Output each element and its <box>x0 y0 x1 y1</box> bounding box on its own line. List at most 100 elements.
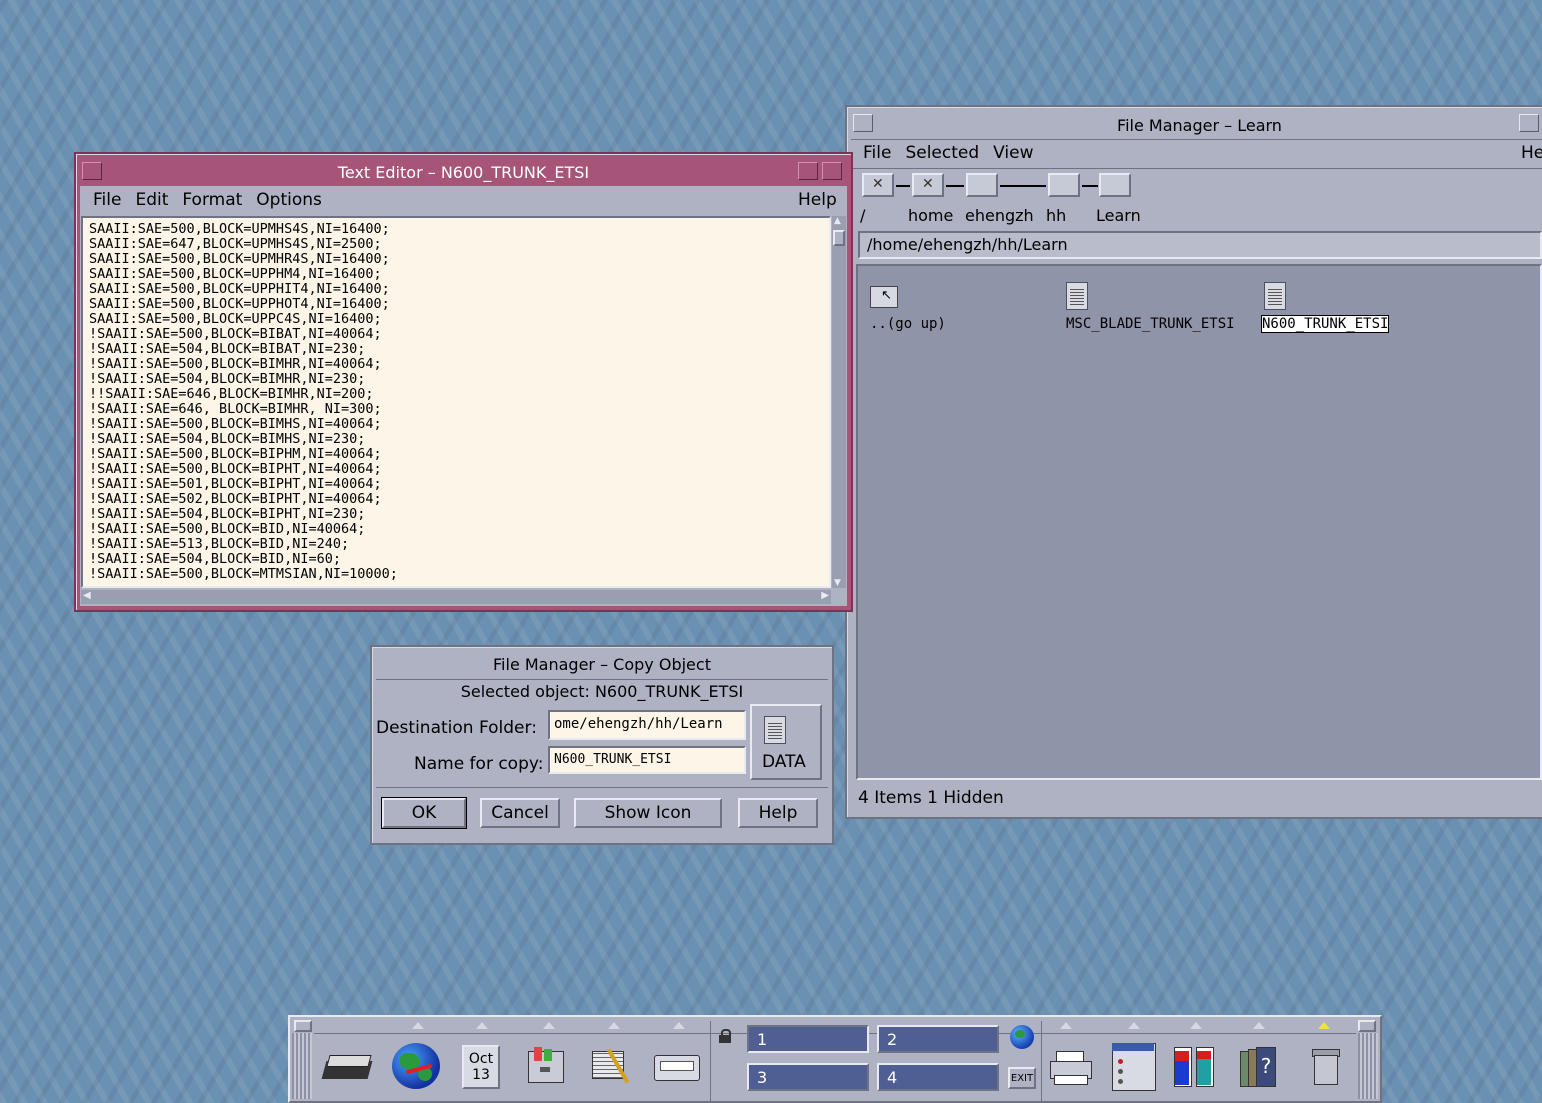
menu-file[interactable]: File <box>86 190 128 210</box>
window-title: Text Editor – N600_TRUNK_ETSI <box>337 162 590 182</box>
crumb-home-folder-icon[interactable]: ✕ <box>912 173 944 197</box>
subpanel-arrow-icon[interactable] <box>1190 1022 1202 1029</box>
item-label: ..(go up) <box>870 316 946 332</box>
printer-icon[interactable] <box>1048 1051 1092 1085</box>
go-up-item[interactable]: ↖ ..(go up) <box>868 284 968 334</box>
menu-bar: File Edit Format Options <box>86 190 329 210</box>
minimize-button[interactable] <box>798 162 818 180</box>
text-line: !SAAII:SAE=646, BLOCK=BIMHR, NI=300; <box>89 401 382 417</box>
menu-selected[interactable]: Selected <box>898 143 986 163</box>
file-item-msc-blade[interactable]: MSC_BLADE_TRUNK_ETSI <box>1064 280 1254 334</box>
file-view-pane[interactable]: ↖ ..(go up) MSC_BLADE_TRUNK_ETSI N600_TR… <box>856 264 1542 780</box>
text-editor-pen-icon[interactable] <box>590 1043 636 1087</box>
data-file-icon <box>764 716 786 744</box>
subpanel-arrow-icon[interactable] <box>673 1022 685 1029</box>
file-item-n600-selected[interactable]: N600_TRUNK_ETSI <box>1260 280 1410 334</box>
selected-object-label: Selected object: N600_TRUNK_ETSI <box>460 682 744 701</box>
toolbox-icon[interactable] <box>321 1047 374 1085</box>
crumb-user-folder-icon[interactable] <box>966 173 998 197</box>
subpanel-arrow-icon[interactable] <box>608 1022 620 1029</box>
exit-button[interactable]: EXIT <box>1008 1067 1036 1089</box>
crumb-learn-label[interactable]: Learn <box>1096 206 1141 225</box>
item-label: N600_TRUNK_ETSI <box>1260 315 1390 333</box>
workspace-4-button[interactable]: 4 <box>877 1063 999 1091</box>
data-file-icon <box>1264 282 1286 310</box>
folder-up-icon: ↖ <box>870 286 898 308</box>
crumb-root-label[interactable]: / <box>860 206 865 225</box>
menu-file[interactable]: File <box>856 143 898 163</box>
panel-handle-right[interactable] <box>1358 1033 1378 1099</box>
destination-folder-field[interactable]: ome/ehengzh/hh/Learn <box>548 710 746 740</box>
minimize-button[interactable] <box>1519 114 1539 132</box>
lock-icon[interactable] <box>718 1029 732 1043</box>
trash-can-icon[interactable] <box>1312 1049 1340 1085</box>
menu-options[interactable]: Options <box>249 190 329 210</box>
vertical-scrollbar[interactable]: ▲ ▼ <box>832 216 846 588</box>
workspace-3-button[interactable]: 3 <box>747 1063 869 1091</box>
ok-button[interactable]: OK <box>381 797 467 829</box>
file-manager-drawer-icon[interactable] <box>524 1045 568 1087</box>
menu-view[interactable]: View <box>986 143 1040 163</box>
text-line: !SAAII:SAE=504,BLOCK=BIBAT,NI=230; <box>89 341 366 357</box>
subpanel-arrow-icon[interactable] <box>1318 1022 1330 1029</box>
calendar-icon[interactable]: Oct 13 <box>462 1045 500 1089</box>
crumb-hh-label[interactable]: hh <box>1046 206 1066 225</box>
menu-help[interactable]: Help <box>798 190 837 210</box>
crumb-user-label[interactable]: ehengzh <box>965 206 1034 225</box>
menu-bar: File Selected View <box>856 143 1041 163</box>
subpanel-arrow-icon[interactable] <box>543 1022 555 1029</box>
performance-meter-icon[interactable] <box>1172 1047 1216 1087</box>
copy-object-dialog: File Manager – Copy Object Selected obje… <box>370 645 834 845</box>
maximize-button[interactable] <box>822 162 842 180</box>
subpanel-arrow-icon[interactable] <box>1128 1022 1140 1029</box>
crumb-hh-folder-icon[interactable] <box>1048 173 1080 197</box>
text-line: !SAAII:SAE=504,BLOCK=BIMHS,NI=230; <box>89 431 366 447</box>
subpanel-arrow-icon[interactable] <box>1060 1022 1072 1029</box>
subpanel-arrow-icon[interactable] <box>476 1022 488 1029</box>
crumb-home-label[interactable]: home <box>908 206 953 225</box>
panel-menu-button[interactable] <box>294 1020 312 1032</box>
text-area[interactable]: SAAII:SAE=500,BLOCK=UPMHS4S,NI=16400; SAA… <box>81 216 831 588</box>
menu-format[interactable]: Format <box>175 190 249 210</box>
text-line: !SAAII:SAE=500,BLOCK=MTMSIAN,NI=10000; <box>89 566 398 582</box>
subpanel-arrow-icon[interactable] <box>1253 1022 1265 1029</box>
window-title: File Manager – Learn <box>1117 115 1282 135</box>
workspace-1-button[interactable]: 1 <box>747 1025 869 1053</box>
title-bar[interactable]: File Manager – Copy Object <box>376 651 828 677</box>
scroll-thumb[interactable] <box>833 230 845 246</box>
text-line: !SAAII:SAE=504,BLOCK=BID,NI=60; <box>89 551 341 567</box>
text-line: SAAII:SAE=500,BLOCK=UPPC4S,NI=16400; <box>89 311 382 327</box>
path-field[interactable]: /home/ehengzh/hh/Learn <box>858 231 1542 259</box>
panel-handle-left[interactable] <box>292 1033 312 1099</box>
path-text: /home/ehengzh/hh/Learn <box>867 235 1068 254</box>
text-line: SAAII:SAE=647,BLOCK=UPMHS4S,NI=2500; <box>89 236 382 252</box>
text-line: !SAAII:SAE=500,BLOCK=BIMHS,NI=40064; <box>89 416 382 432</box>
cancel-button[interactable]: Cancel <box>480 798 560 828</box>
text-line: !SAAII:SAE=501,BLOCK=BIPHT,NI=40064; <box>89 476 382 492</box>
menu-edit[interactable]: Edit <box>128 190 175 210</box>
menu-help[interactable]: He <box>1521 143 1542 163</box>
subpanel-arrow-icon[interactable] <box>412 1022 424 1029</box>
name-for-copy-field[interactable]: N600_TRUNK_ETSI <box>548 746 746 774</box>
mailbox-icon[interactable] <box>652 1051 702 1083</box>
small-globe-icon[interactable] <box>1010 1025 1034 1049</box>
globe-icon[interactable] <box>392 1043 440 1089</box>
front-panel: Oct 13 1 2 3 4 EXIT ? <box>288 1015 1382 1103</box>
show-icon-button[interactable]: Show Icon <box>574 798 722 828</box>
status-bar: 4 Items 1 Hidden <box>858 788 1004 808</box>
text-line: SAAII:SAE=500,BLOCK=UPPHM4,NI=16400; <box>89 266 382 282</box>
title-bar[interactable]: File Manager – Learn <box>851 113 1542 137</box>
item-label: MSC_BLADE_TRUNK_ETSI <box>1066 316 1235 332</box>
panel-minimize-button[interactable] <box>1358 1020 1376 1032</box>
crumb-root-folder-icon[interactable]: ✕ <box>862 173 894 197</box>
help-button[interactable]: Help <box>738 798 818 828</box>
help-books-icon[interactable]: ? <box>1238 1047 1280 1087</box>
crumb-learn-folder-icon[interactable] <box>1099 173 1131 197</box>
calendar-month: Oct <box>468 1051 494 1067</box>
style-manager-icon[interactable] <box>1110 1043 1156 1091</box>
text-line: SAAII:SAE=500,BLOCK=UPPHIT4,NI=16400; <box>89 281 390 297</box>
data-type-icon-box: DATA <box>750 704 822 780</box>
horizontal-scrollbar[interactable]: ◀ ▶ <box>81 590 831 604</box>
title-bar[interactable]: Text Editor – N600_TRUNK_ETSI <box>80 160 847 184</box>
workspace-2-button[interactable]: 2 <box>877 1025 999 1053</box>
